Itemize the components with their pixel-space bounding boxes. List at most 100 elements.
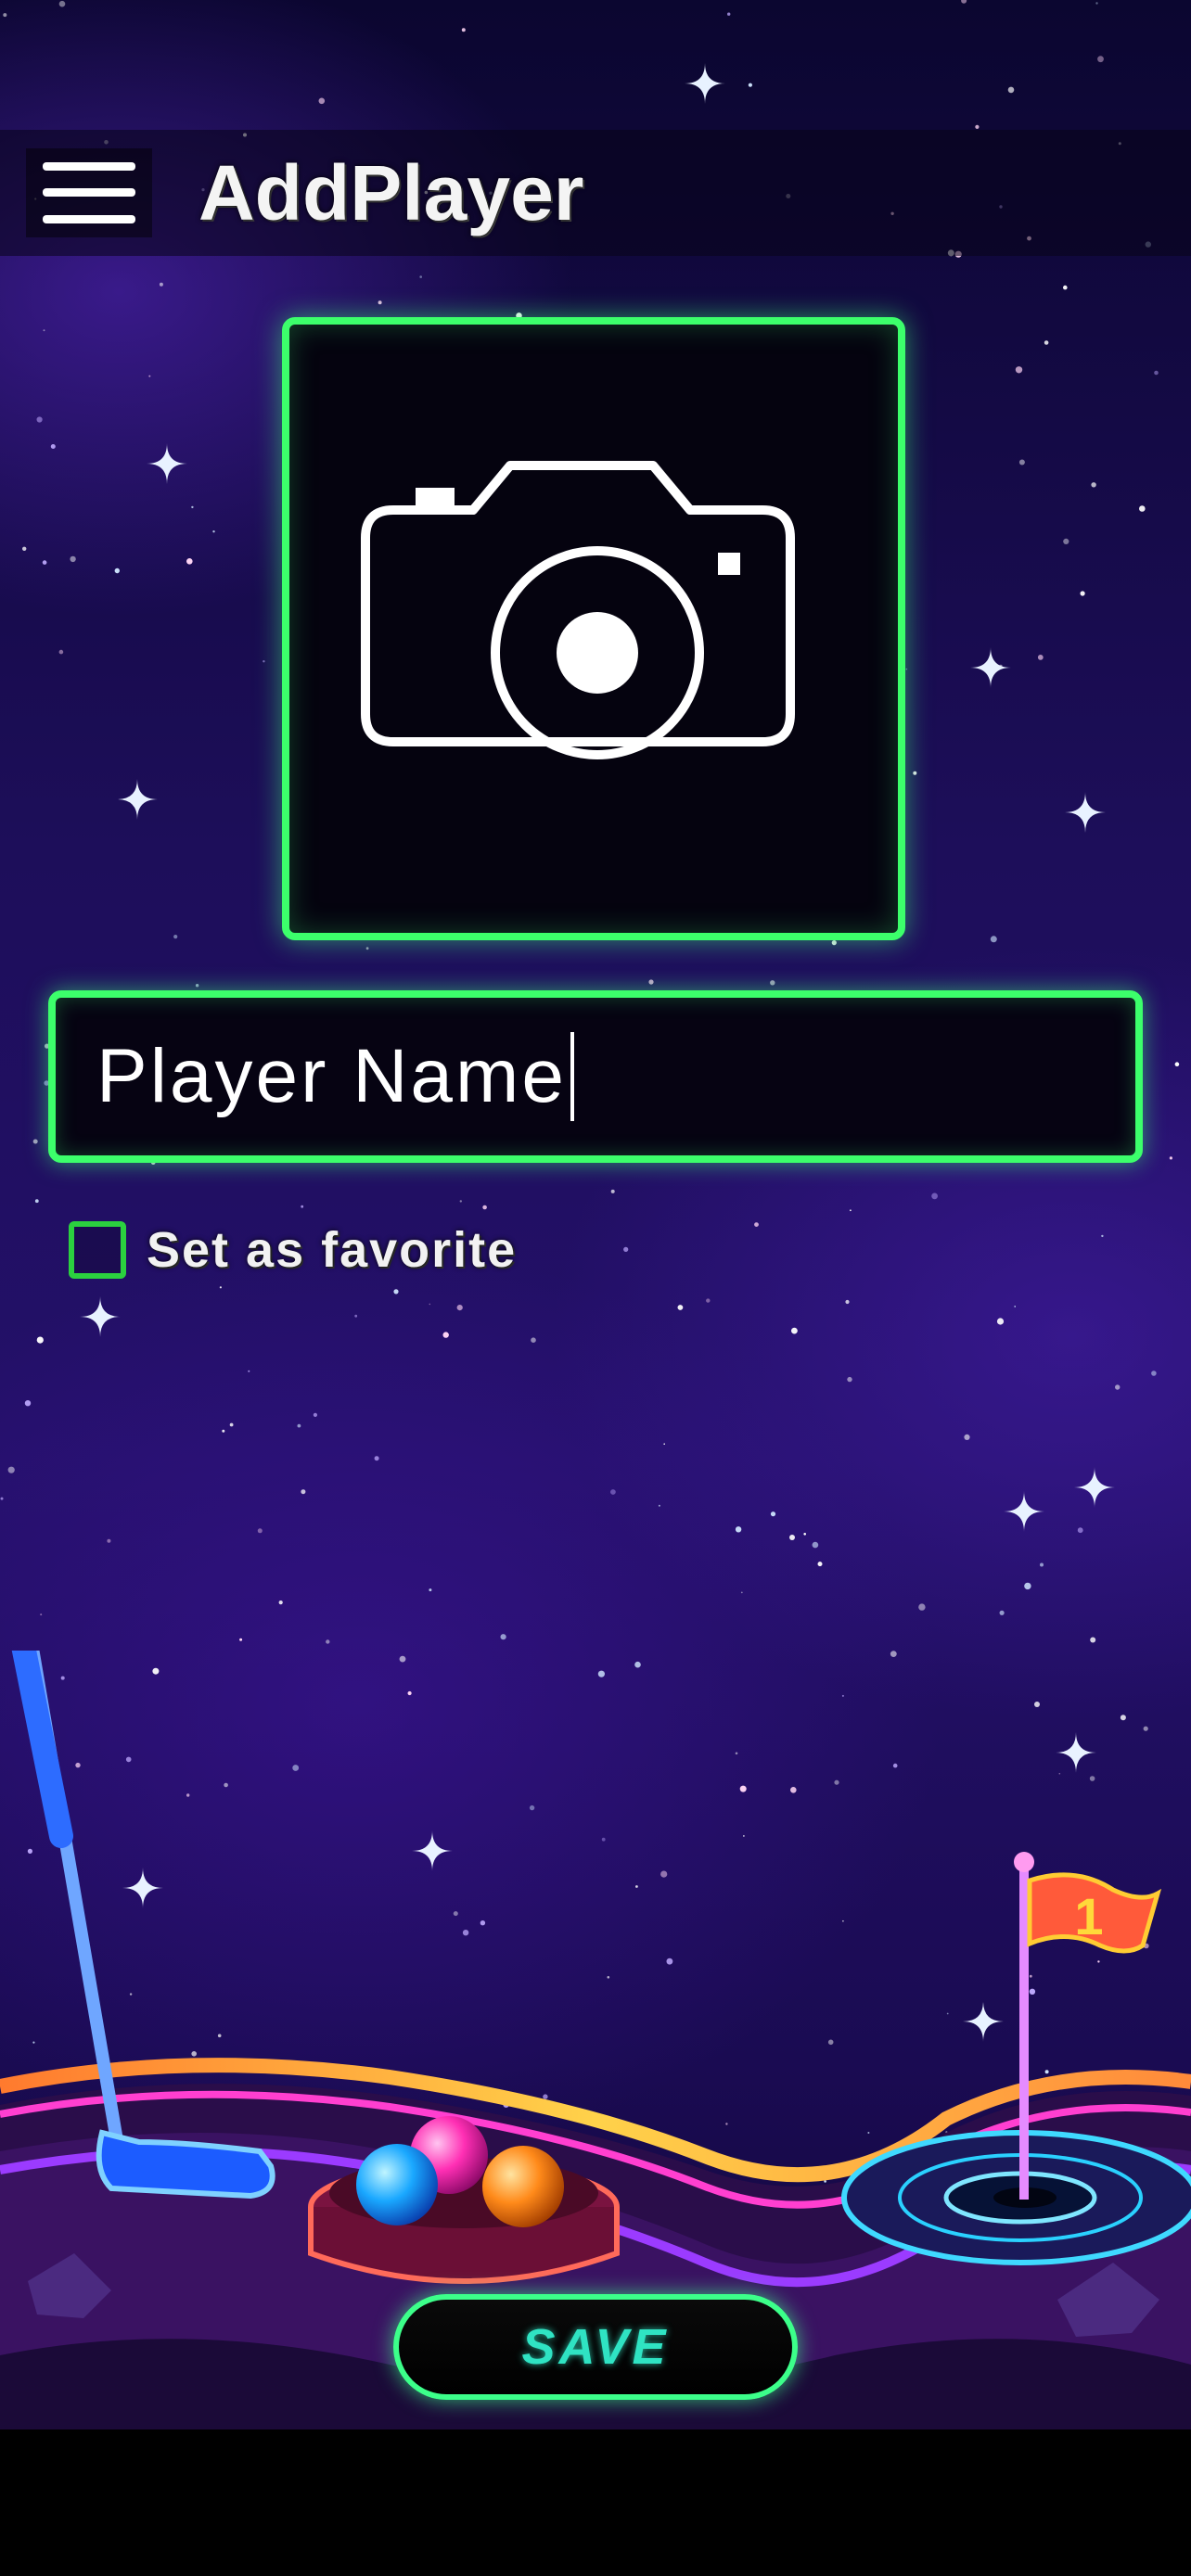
star — [610, 1489, 616, 1495]
star — [318, 97, 326, 105]
star — [3, 13, 7, 18]
star — [531, 1337, 536, 1343]
star — [442, 1332, 449, 1338]
star — [1115, 1384, 1121, 1390]
star — [500, 1634, 506, 1640]
save-label: SAVE — [521, 2319, 670, 2375]
star — [913, 771, 917, 775]
star — [931, 1192, 938, 1200]
star — [248, 1370, 250, 1372]
sparkle-star — [117, 779, 158, 820]
star — [706, 1298, 711, 1303]
star — [961, 0, 967, 4]
star — [964, 1434, 970, 1440]
star — [429, 1303, 431, 1306]
star — [1077, 1527, 1083, 1534]
star — [817, 1562, 823, 1567]
star — [623, 1246, 629, 1252]
star — [1014, 1306, 1016, 1307]
star — [1151, 1371, 1157, 1376]
star — [677, 1305, 684, 1310]
star — [212, 530, 215, 533]
star — [419, 275, 423, 278]
star — [1095, 2, 1098, 5]
star — [1015, 366, 1023, 374]
star — [195, 984, 199, 988]
star — [845, 1299, 850, 1305]
favorite-toggle[interactable]: Set as favorite — [69, 1217, 517, 1283]
favorite-label: Set as favorite — [147, 1222, 518, 1278]
star — [999, 1610, 1005, 1615]
star — [1040, 1562, 1044, 1567]
hamburger-menu-icon — [43, 162, 135, 223]
star — [918, 1603, 926, 1611]
sparkle-star — [685, 63, 725, 104]
star — [850, 1209, 852, 1212]
camera-icon — [361, 461, 795, 759]
star — [1018, 459, 1025, 465]
star — [770, 1511, 776, 1517]
star — [173, 935, 178, 939]
star — [1090, 1637, 1096, 1643]
star — [374, 1456, 379, 1461]
star — [1139, 505, 1146, 512]
star — [1097, 56, 1104, 63]
player-name-input[interactable]: Player Name — [48, 990, 1143, 1163]
star — [191, 505, 194, 509]
star — [831, 940, 837, 946]
star — [36, 1336, 44, 1344]
star — [1063, 285, 1068, 290]
sparkle-star — [1004, 1491, 1044, 1532]
favorite-checkbox[interactable] — [69, 1221, 126, 1279]
sparkle-star — [1074, 1467, 1115, 1508]
star — [50, 444, 56, 449]
star — [459, 1200, 462, 1203]
app-header: AddPlayer — [0, 130, 1191, 256]
star — [0, 1497, 4, 1500]
menu-button[interactable] — [26, 148, 152, 237]
add-player-screen: AddPlayer Player Name Set as favorite 1 … — [0, 0, 1191, 2576]
star — [812, 1541, 819, 1549]
star — [7, 1466, 15, 1473]
star — [905, 668, 908, 670]
star — [186, 558, 193, 565]
star — [393, 1289, 399, 1294]
star — [229, 1422, 234, 1427]
star — [354, 1314, 358, 1318]
star — [975, 124, 980, 129]
star — [24, 1400, 32, 1407]
star — [456, 1305, 463, 1311]
star — [748, 83, 753, 87]
star — [32, 1139, 38, 1144]
star — [297, 1423, 301, 1428]
star — [1037, 655, 1044, 660]
star — [461, 28, 466, 32]
player-photo-button[interactable] — [282, 317, 905, 940]
star — [1101, 1234, 1104, 1238]
sparkle-star — [147, 443, 187, 484]
star — [70, 555, 76, 563]
star — [36, 416, 43, 423]
star — [313, 1412, 317, 1417]
bottom-strip — [0, 2429, 1191, 2576]
sparkle-star — [80, 1296, 121, 1337]
star — [378, 300, 382, 305]
star — [22, 546, 27, 551]
star — [789, 1535, 795, 1540]
star — [1169, 1156, 1172, 1160]
star — [222, 1429, 225, 1433]
star — [429, 1588, 432, 1592]
flag-number: 1 — [1074, 1887, 1103, 1945]
star — [34, 1199, 39, 1204]
star — [159, 282, 163, 287]
star — [1007, 86, 1015, 94]
star — [996, 1318, 1005, 1325]
star — [770, 980, 775, 986]
star — [365, 947, 369, 950]
star — [1091, 482, 1096, 488]
star — [40, 1613, 43, 1616]
page-title: AddPlayer — [198, 149, 584, 236]
star — [1174, 1062, 1180, 1066]
save-button[interactable]: SAVE — [393, 2294, 798, 2400]
star — [735, 1526, 742, 1533]
